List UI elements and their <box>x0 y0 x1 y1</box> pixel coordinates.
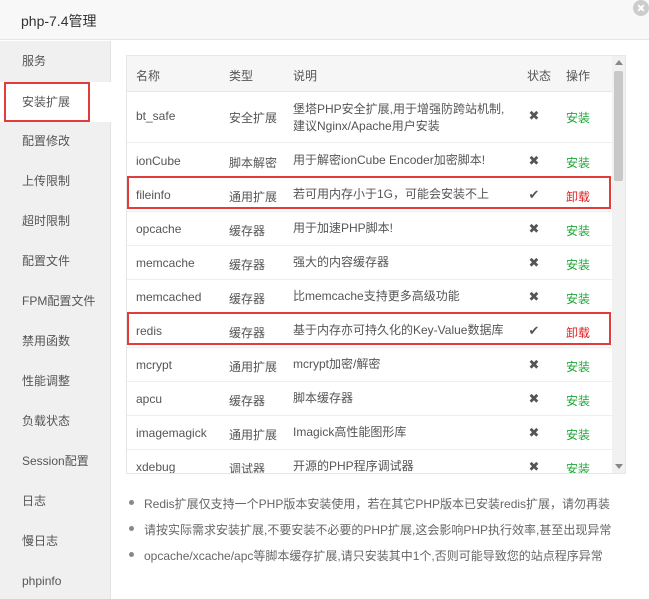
sidebar-item-log[interactable]: 日志 <box>0 481 111 521</box>
ext-name: imagemagick <box>136 426 207 440</box>
sidebar-item-phpinfo[interactable]: phpinfo <box>0 561 111 599</box>
ext-type: 缓存器 <box>229 258 266 272</box>
ext-desc: mcrypt加密/解密 <box>293 357 381 371</box>
table-row: memcached 缓存器 比memcache支持更多高级功能 ✖ 安装 <box>127 280 613 314</box>
ext-type: 缓存器 <box>229 224 266 238</box>
table-row: xdebug 调试器 开源的PHP程序调试器 ✖ 安装 <box>127 450 613 474</box>
ext-desc: 脚本缓存器 <box>293 391 354 405</box>
table-row: apcu 缓存器 脚本缓存器 ✖ 安装 <box>127 382 613 416</box>
note-item: Redis扩展仅支持一个PHP版本安装使用，若在其它PHP版本已安装redis扩… <box>126 495 636 521</box>
ext-type: 缓存器 <box>229 394 266 408</box>
sidebar-item-slow-log[interactable]: 慢日志 <box>0 521 111 561</box>
table-row: memcache 缓存器 强大的内容缓存器 ✖ 安装 <box>127 246 613 280</box>
install-button[interactable]: 安装 <box>566 109 590 126</box>
sidebar-item-load-status[interactable]: 负载状态 <box>0 401 111 441</box>
not-installed-icon: ✖ <box>528 357 540 372</box>
not-installed-icon: ✖ <box>528 425 540 440</box>
install-button[interactable]: 安装 <box>566 222 590 239</box>
ext-desc: 用于解密ionCube Encoder加密脚本! <box>293 153 486 167</box>
ext-desc: 基于内存亦可持久化的Key-Value数据库 <box>293 323 504 337</box>
ext-name: memcached <box>136 290 202 304</box>
header-name: 名称 <box>136 69 161 83</box>
table-header: 名称 类型 说明 状态 操作 <box>127 56 613 92</box>
ext-desc: 强大的内容缓存器 <box>293 255 390 269</box>
not-installed-icon: ✖ <box>528 289 540 304</box>
note-item: 请按实际需求安装扩展,不要安装不必要的PHP扩展,这会影响PHP执行效率,甚至出… <box>126 521 636 547</box>
sidebar: 服务 安装扩展 配置修改 上传限制 超时限制 配置文件 FPM配置文件 禁用函数… <box>0 41 111 599</box>
installed-check-icon: ✔ <box>528 187 540 202</box>
ext-desc: 开源的PHP程序调试器 <box>293 459 414 473</box>
ext-name: xdebug <box>136 460 176 474</box>
table-row: imagemagick 通用扩展 Imagick高性能图形库 ✖ 安装 <box>127 416 613 450</box>
window-title: php-7.4管理 <box>21 13 97 29</box>
notes-list: Redis扩展仅支持一个PHP版本安装使用，若在其它PHP版本已安装redis扩… <box>126 495 636 573</box>
ext-name: opcache <box>136 222 182 236</box>
sidebar-item-timeout-limit[interactable]: 超时限制 <box>0 201 111 241</box>
ext-name: redis <box>136 324 163 338</box>
not-installed-icon: ✖ <box>528 221 540 236</box>
ext-type: 通用扩展 <box>229 428 278 442</box>
scroll-down-icon[interactable] <box>615 464 623 469</box>
sidebar-item-service[interactable]: 服务 <box>0 41 111 81</box>
header-action: 操作 <box>566 69 591 83</box>
sidebar-item-upload-limit[interactable]: 上传限制 <box>0 161 111 201</box>
sidebar-item-fpm-config[interactable]: FPM配置文件 <box>0 281 111 321</box>
install-button[interactable]: 安装 <box>566 426 590 443</box>
table-row: bt_safe 安全扩展 堡塔PHP安全扩展,用于增强防跨站机制,建议Nginx… <box>127 93 613 143</box>
install-button[interactable]: 安装 <box>566 154 590 171</box>
header-type: 类型 <box>229 69 254 83</box>
sidebar-item-install-extensions[interactable]: 安装扩展 <box>0 82 111 122</box>
uninstall-button[interactable]: 卸载 <box>566 188 590 205</box>
ext-type: 脚本解密 <box>229 156 278 170</box>
ext-type: 缓存器 <box>229 326 266 340</box>
install-button[interactable]: 安装 <box>566 290 590 307</box>
ext-desc: 若可用内存小于1G，可能会安装不上 <box>293 187 490 201</box>
table-row: ionCube 脚本解密 用于解密ionCube Encoder加密脚本! ✖ … <box>127 144 613 178</box>
table-row: opcache 缓存器 用于加速PHP脚本! ✖ 安装 <box>127 212 613 246</box>
scroll-thumb[interactable] <box>614 71 623 181</box>
sidebar-item-performance[interactable]: 性能调整 <box>0 361 111 401</box>
ext-name: bt_safe <box>136 109 176 123</box>
ext-type: 通用扩展 <box>229 190 278 204</box>
close-icon[interactable] <box>633 0 649 16</box>
window-titlebar: php-7.4管理 <box>0 0 649 40</box>
install-button[interactable]: 安装 <box>566 358 590 375</box>
installed-check-icon: ✔ <box>528 323 540 338</box>
not-installed-icon: ✖ <box>528 153 540 168</box>
sidebar-item-config-edit[interactable]: 配置修改 <box>0 121 111 161</box>
ext-type: 通用扩展 <box>229 360 278 374</box>
not-installed-icon: ✖ <box>528 459 540 474</box>
ext-desc: 比memcache支持更多高级功能 <box>293 289 460 303</box>
header-desc: 说明 <box>293 69 318 83</box>
not-installed-icon: ✖ <box>528 108 540 123</box>
ext-name: memcache <box>136 256 195 270</box>
table-row: fileinfo 通用扩展 若可用内存小于1G，可能会安装不上 ✔ 卸载 <box>127 178 613 212</box>
note-item: opcache/xcache/apc等脚本缓存扩展,请只安装其中1个,否则可能导… <box>126 547 636 573</box>
not-installed-icon: ✖ <box>528 255 540 270</box>
not-installed-icon: ✖ <box>528 391 540 406</box>
ext-name: fileinfo <box>136 188 171 202</box>
table-row: redis 缓存器 基于内存亦可持久化的Key-Value数据库 ✔ 卸载 <box>127 314 613 348</box>
install-button[interactable]: 安装 <box>566 256 590 273</box>
table-row: mcrypt 通用扩展 mcrypt加密/解密 ✖ 安装 <box>127 348 613 382</box>
uninstall-button[interactable]: 卸载 <box>566 324 590 341</box>
ext-desc: Imagick高性能图形库 <box>293 425 407 439</box>
install-button[interactable]: 安装 <box>566 460 590 473</box>
ext-type: 缓存器 <box>229 292 266 306</box>
ext-type: 调试器 <box>229 462 266 474</box>
install-button[interactable]: 安装 <box>566 392 590 409</box>
sidebar-item-session-config[interactable]: Session配置 <box>0 441 111 481</box>
ext-desc: 用于加速PHP脚本! <box>293 221 394 235</box>
scroll-up-icon[interactable] <box>615 60 623 65</box>
sidebar-item-config-file[interactable]: 配置文件 <box>0 241 111 281</box>
sidebar-item-disabled-functions[interactable]: 禁用函数 <box>0 321 111 361</box>
ext-type: 安全扩展 <box>229 111 278 125</box>
table-scrollbar[interactable] <box>612 56 625 473</box>
ext-name: ionCube <box>136 154 181 168</box>
header-status: 状态 <box>527 69 552 83</box>
ext-name: mcrypt <box>136 358 172 372</box>
ext-name: apcu <box>136 392 163 406</box>
extensions-table: 名称 类型 说明 状态 操作 bt_safe 安全扩展 堡塔PHP安全扩展,用于… <box>126 55 626 474</box>
ext-desc: 堡塔PHP安全扩展,用于增强防跨站机制,建议Nginx/Apache用户安装 <box>293 102 505 133</box>
